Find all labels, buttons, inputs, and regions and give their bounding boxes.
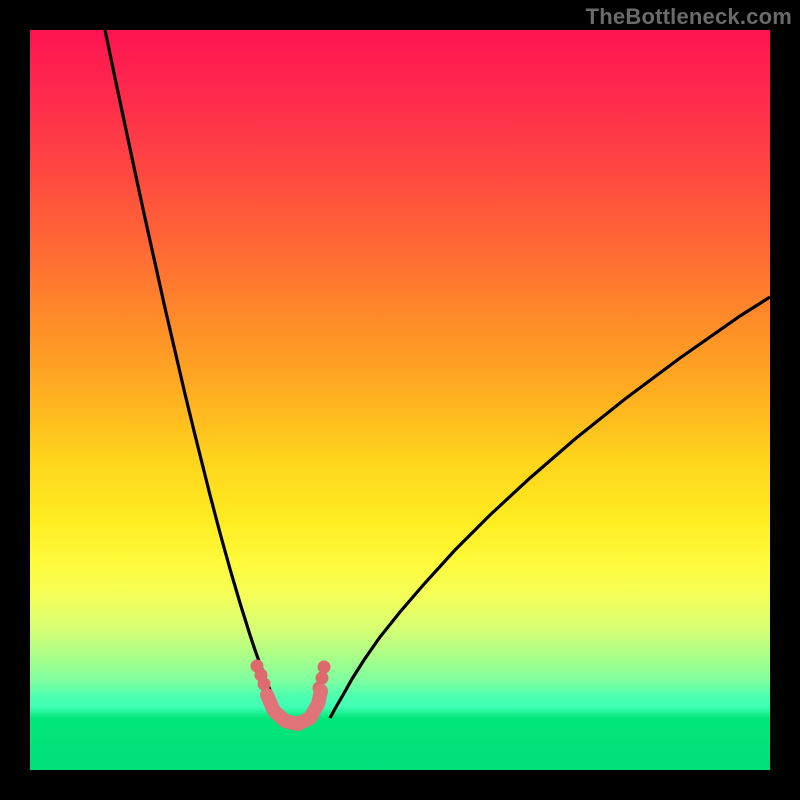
- curve-right: [330, 297, 770, 718]
- outer-frame: TheBottleneck.com: [0, 0, 800, 800]
- valley-worm: [267, 691, 321, 724]
- valley-marker: [318, 661, 331, 674]
- curve-left: [105, 30, 284, 720]
- chart-svg: [30, 30, 770, 770]
- watermark-text: TheBottleneck.com: [586, 4, 792, 30]
- chart-area: [30, 30, 770, 770]
